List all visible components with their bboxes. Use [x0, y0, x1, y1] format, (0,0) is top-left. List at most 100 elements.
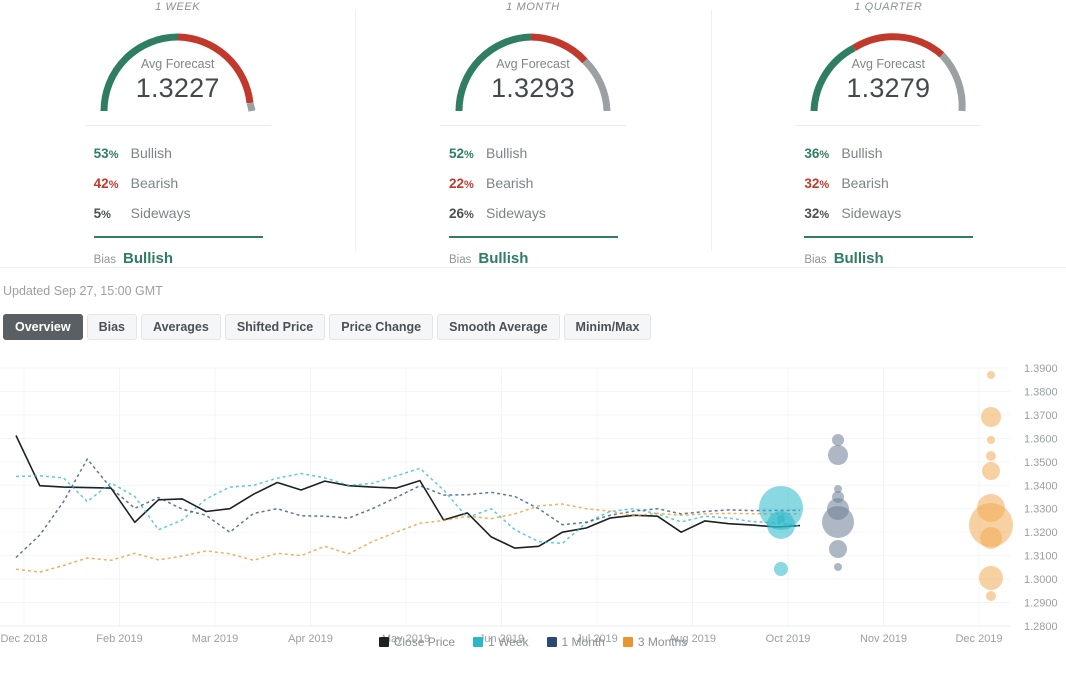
panel-title: 1 MONTH: [506, 1, 560, 13]
gauge-arc-bearish: [530, 33, 588, 64]
bias-divider: [448, 236, 618, 238]
forecast-bubble[interactable]: [981, 407, 1001, 427]
forecast-bubble[interactable]: [987, 371, 995, 379]
updated-timestamp: Updated Sep 27, 15:00 GMT: [3, 284, 163, 298]
tab-bias[interactable]: Bias: [86, 314, 137, 340]
y-axis-tick-label: 1.3000: [1024, 574, 1058, 586]
legend-label: 1 Week: [488, 635, 529, 649]
stats-list: 36% Bullish 32% Bearish 32% Sideways Bia…: [795, 125, 982, 267]
stat-row-bullish: 36% Bullish: [795, 138, 981, 168]
stat-percent-unit: %: [108, 149, 119, 161]
y-axis-tick-label: 1.3600: [1024, 433, 1058, 445]
stat-label: Sideways: [130, 205, 191, 221]
tab-averages[interactable]: Averages: [141, 314, 221, 340]
stat-percent: 52%: [440, 139, 486, 170]
forecast-bubble[interactable]: [987, 436, 995, 444]
y-axis-tick-label: 1.3700: [1024, 410, 1058, 422]
legend-label: 3 Months: [637, 635, 688, 649]
legend-swatch-icon: [622, 637, 633, 647]
tab-price-change[interactable]: Price Change: [329, 314, 434, 340]
forecast-bubble[interactable]: [774, 562, 788, 576]
bias-label: Bias: [448, 254, 472, 266]
forecast-bubble[interactable]: [834, 563, 842, 571]
bias-label: Bias: [804, 254, 827, 266]
legend-swatch-icon: [546, 637, 557, 647]
forecast-bubble[interactable]: [834, 485, 842, 493]
y-axis-tick-label: 1.2800: [1024, 621, 1058, 633]
stat-row-bearish: 22% Bearish: [440, 168, 626, 198]
stat-row-bearish: 32% Bearish: [795, 168, 981, 198]
y-axis-tick-label: 1.3800: [1024, 386, 1058, 398]
stat-label: Bullish: [130, 145, 172, 161]
stat-row-sideways: 5% Sideways: [85, 198, 271, 228]
stat-percent: 53%: [85, 139, 131, 170]
chart-legend: Close Price 1 Week 1 Month 3 Months: [0, 634, 1066, 650]
y-axis-tick-label: 1.3100: [1024, 551, 1058, 563]
forecast-panel-1-month: 1 MONTH Avg Forecast 1.3293 52% Bullish …: [355, 0, 710, 267]
gauge-arc-bullish: [810, 44, 856, 112]
chart-series-line: [15, 503, 800, 573]
gauge-arc-bullish: [100, 33, 178, 112]
legend-item[interactable]: 3 Months: [622, 635, 688, 649]
forecast-bubble[interactable]: [828, 445, 848, 465]
stats-list: 52% Bullish 22% Bearish 26% Sideways Bia…: [439, 125, 626, 267]
stat-percent-unit: %: [819, 209, 830, 221]
bias-row: Bias Bullish: [85, 250, 271, 267]
panel-title: 1 WEEK: [155, 1, 201, 13]
forecast-bubble[interactable]: [832, 434, 844, 446]
forecast-bubble[interactable]: [829, 540, 847, 558]
stat-percent: 5%: [85, 199, 131, 230]
stat-percent-unit: %: [819, 149, 830, 161]
gauge-1-month: Avg Forecast 1.3293: [445, 15, 621, 115]
forecast-bubble[interactable]: [979, 566, 1003, 590]
bias-value: Bullish: [833, 250, 884, 267]
gauge-arc-svg: [455, 33, 611, 112]
gauge-arc-bearish: [177, 33, 254, 104]
stat-label: Bearish: [841, 175, 889, 191]
forecast-bubble[interactable]: [977, 494, 1005, 522]
gauge-arc-sideways: [246, 101, 256, 112]
stat-label: Bullish: [485, 145, 528, 161]
stat-label: Bearish: [130, 175, 179, 191]
stat-row-sideways: 26% Sideways: [440, 198, 626, 228]
gauge-arc-svg: [100, 33, 256, 112]
legend-item[interactable]: Close Price: [378, 635, 455, 649]
y-axis-tick-label: 1.3900: [1024, 363, 1058, 375]
stat-percent: 42%: [85, 169, 131, 200]
chart-canvas[interactable]: 1.3900 1.3800 1.3700 1.3600 1.3500 1.3400 1.33…: [0, 350, 1066, 650]
bias-value: Bullish: [478, 250, 529, 267]
tab-smooth-average[interactable]: Smooth Average: [437, 314, 560, 340]
forecast-chart[interactable]: 1.3900 1.3800 1.3700 1.3600 1.3500 1.3400 1.33…: [0, 350, 1066, 650]
tab-overview[interactable]: Overview: [3, 314, 83, 340]
gauge-arc-bullish: [455, 33, 532, 112]
stat-percent-unit: %: [108, 179, 119, 191]
bias-divider: [93, 236, 263, 238]
bias-divider: [804, 236, 974, 238]
stat-percent: 32%: [795, 169, 841, 200]
stat-label: Sideways: [841, 205, 902, 221]
stat-row-bullish: 52% Bullish: [440, 138, 626, 168]
stat-label: Sideways: [485, 205, 546, 221]
tab-shifted-price[interactable]: Shifted Price: [224, 314, 326, 340]
bias-label: Bias: [93, 254, 117, 266]
legend-item[interactable]: 1 Week: [473, 635, 529, 649]
stat-row-bearish: 42% Bearish: [85, 168, 271, 198]
forecast-bubble[interactable]: [986, 591, 996, 601]
forecast-bubble[interactable]: [777, 515, 785, 523]
stat-percent-number: 32: [804, 176, 820, 191]
forecast-bubble[interactable]: [980, 527, 1002, 549]
stat-percent-unit: %: [101, 209, 111, 221]
gauge-1-week: Avg Forecast 1.3227: [90, 15, 266, 115]
gauge-arc-sideways: [939, 52, 966, 112]
bias-row: Bias Bullish: [440, 250, 626, 267]
legend-item[interactable]: 1 Month: [546, 635, 605, 649]
forecast-panel-1-quarter: 1 QUARTER Avg Forecast 1.3279 36% Bullis…: [710, 0, 1066, 267]
forecast-panels: 1 WEEK Avg Forecast 1.3227 53% Bullish 4…: [0, 0, 1066, 268]
forecast-bubble[interactable]: [986, 451, 996, 461]
stat-percent-unit: %: [464, 179, 474, 191]
y-axis-tick-label: 1.3400: [1024, 480, 1058, 492]
tab-minim-max[interactable]: Minim/Max: [563, 314, 652, 340]
stat-percent-number: 42: [93, 176, 109, 191]
gauge-arc-sideways: [582, 58, 611, 112]
forecast-bubble[interactable]: [982, 462, 1000, 480]
